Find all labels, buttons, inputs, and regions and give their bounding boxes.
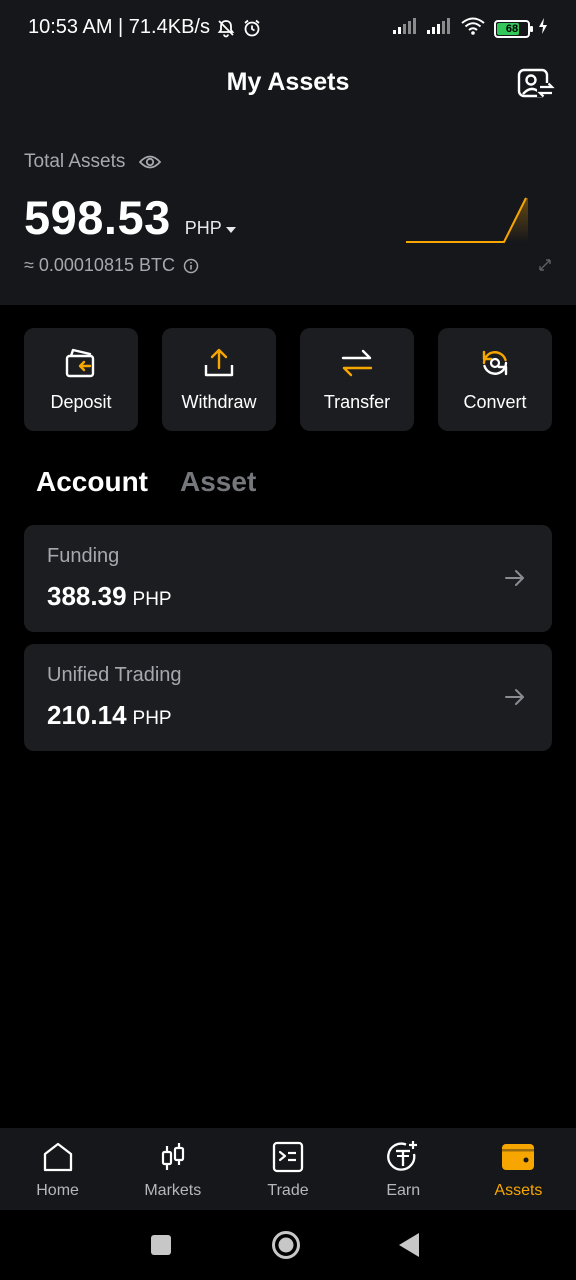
nav-assets-label: Assets [494, 1182, 543, 1199]
caret-down-icon [225, 226, 236, 233]
account-name: Unified Trading [47, 664, 182, 686]
total-assets-label: Total Assets [24, 151, 126, 172]
nav-home[interactable]: Home [0, 1128, 115, 1210]
account-card-funding[interactable]: Funding 388.39 PHP [24, 525, 552, 632]
status-bar: 10:53 AM | 71.4KB/s 68 [0, 0, 576, 56]
nav-assets[interactable]: Assets [461, 1128, 576, 1210]
account-balance: 388.39 PHP [47, 581, 172, 612]
tab-asset[interactable]: Asset [180, 466, 256, 498]
page-title: My Assets [226, 68, 350, 96]
deposit-icon [64, 346, 98, 380]
status-right: 68 [392, 16, 548, 41]
signal-icon [392, 17, 418, 40]
nav-trade-label: Trade [267, 1182, 309, 1199]
info-icon[interactable] [183, 258, 199, 274]
recent-apps-button[interactable] [150, 1234, 172, 1261]
sparkline-line [406, 197, 527, 243]
quick-actions: Deposit Withdraw Transfer Convert [24, 328, 552, 431]
convert-button[interactable]: Convert [438, 328, 552, 431]
expand-icon[interactable] [538, 258, 552, 272]
total-assets-label-row: Total Assets [24, 150, 163, 174]
status-time: 10:53 AM | 71.4KB/s [28, 16, 210, 38]
back-button[interactable] [398, 1232, 420, 1263]
bell-muted-icon [216, 18, 236, 38]
candlestick-icon [156, 1140, 190, 1174]
convert-icon [478, 346, 512, 380]
nav-markets[interactable]: Markets [115, 1128, 230, 1210]
deposit-button[interactable]: Deposit [24, 328, 138, 431]
status-left: 10:53 AM | 71.4KB/s [28, 16, 262, 39]
system-nav-bar [0, 1210, 576, 1280]
transfer-label: Transfer [323, 392, 391, 412]
nav-markets-label: Markets [144, 1182, 202, 1199]
currency-label: PHP [184, 218, 222, 238]
asset-tabs: Account Asset [36, 466, 256, 498]
nav-earn[interactable]: Earn [346, 1128, 461, 1210]
app-header: My Assets [0, 56, 576, 116]
account-currency: PHP [132, 708, 172, 729]
battery-level: 68 [505, 22, 519, 35]
eye-icon[interactable] [139, 150, 163, 174]
home-button[interactable] [271, 1230, 301, 1265]
withdraw-icon [202, 346, 236, 380]
btc-equivalent: ≈ 0.00010815 BTC [24, 255, 175, 275]
account-currency: PHP [132, 589, 172, 610]
signal-icon-2 [426, 17, 452, 40]
withdraw-label: Withdraw [181, 392, 257, 412]
convert-label: Convert [463, 392, 527, 412]
account-card-unified-trading[interactable]: Unified Trading 210.14 PHP [24, 644, 552, 751]
total-assets-amount: 598.53 [24, 191, 171, 244]
switch-account-icon[interactable] [516, 66, 556, 102]
withdraw-button[interactable]: Withdraw [162, 328, 276, 431]
wifi-icon [460, 16, 486, 41]
nav-earn-label: Earn [386, 1182, 421, 1199]
arrow-right-icon [505, 689, 524, 705]
account-name: Funding [47, 545, 120, 567]
account-balance: 210.14 PHP [47, 700, 172, 731]
arrow-right-icon [505, 570, 524, 586]
account-amount: 388.39 [47, 581, 127, 611]
transfer-icon [340, 346, 374, 380]
battery-icon: 68 [494, 19, 533, 38]
asset-sparkline[interactable] [404, 194, 530, 246]
alarm-icon [242, 18, 262, 38]
btc-equivalent-row: ≈ 0.00010815 BTC [24, 255, 199, 276]
nav-home-label: Home [36, 1182, 79, 1199]
deposit-label: Deposit [50, 392, 112, 412]
bottom-nav: Home Markets Trade Earn Assets [0, 1128, 576, 1210]
tab-account[interactable]: Account [36, 466, 148, 498]
account-amount: 210.14 [47, 700, 127, 730]
trade-icon [271, 1140, 305, 1174]
wallet-icon [501, 1140, 535, 1174]
transfer-button[interactable]: Transfer [300, 328, 414, 431]
currency-selector[interactable]: PHP [185, 218, 236, 239]
home-icon [41, 1140, 75, 1174]
total-amount-row: 598.53 PHP [24, 190, 236, 245]
charging-icon [538, 17, 548, 40]
earn-coin-icon [386, 1140, 420, 1174]
nav-trade[interactable]: Trade [230, 1128, 345, 1210]
